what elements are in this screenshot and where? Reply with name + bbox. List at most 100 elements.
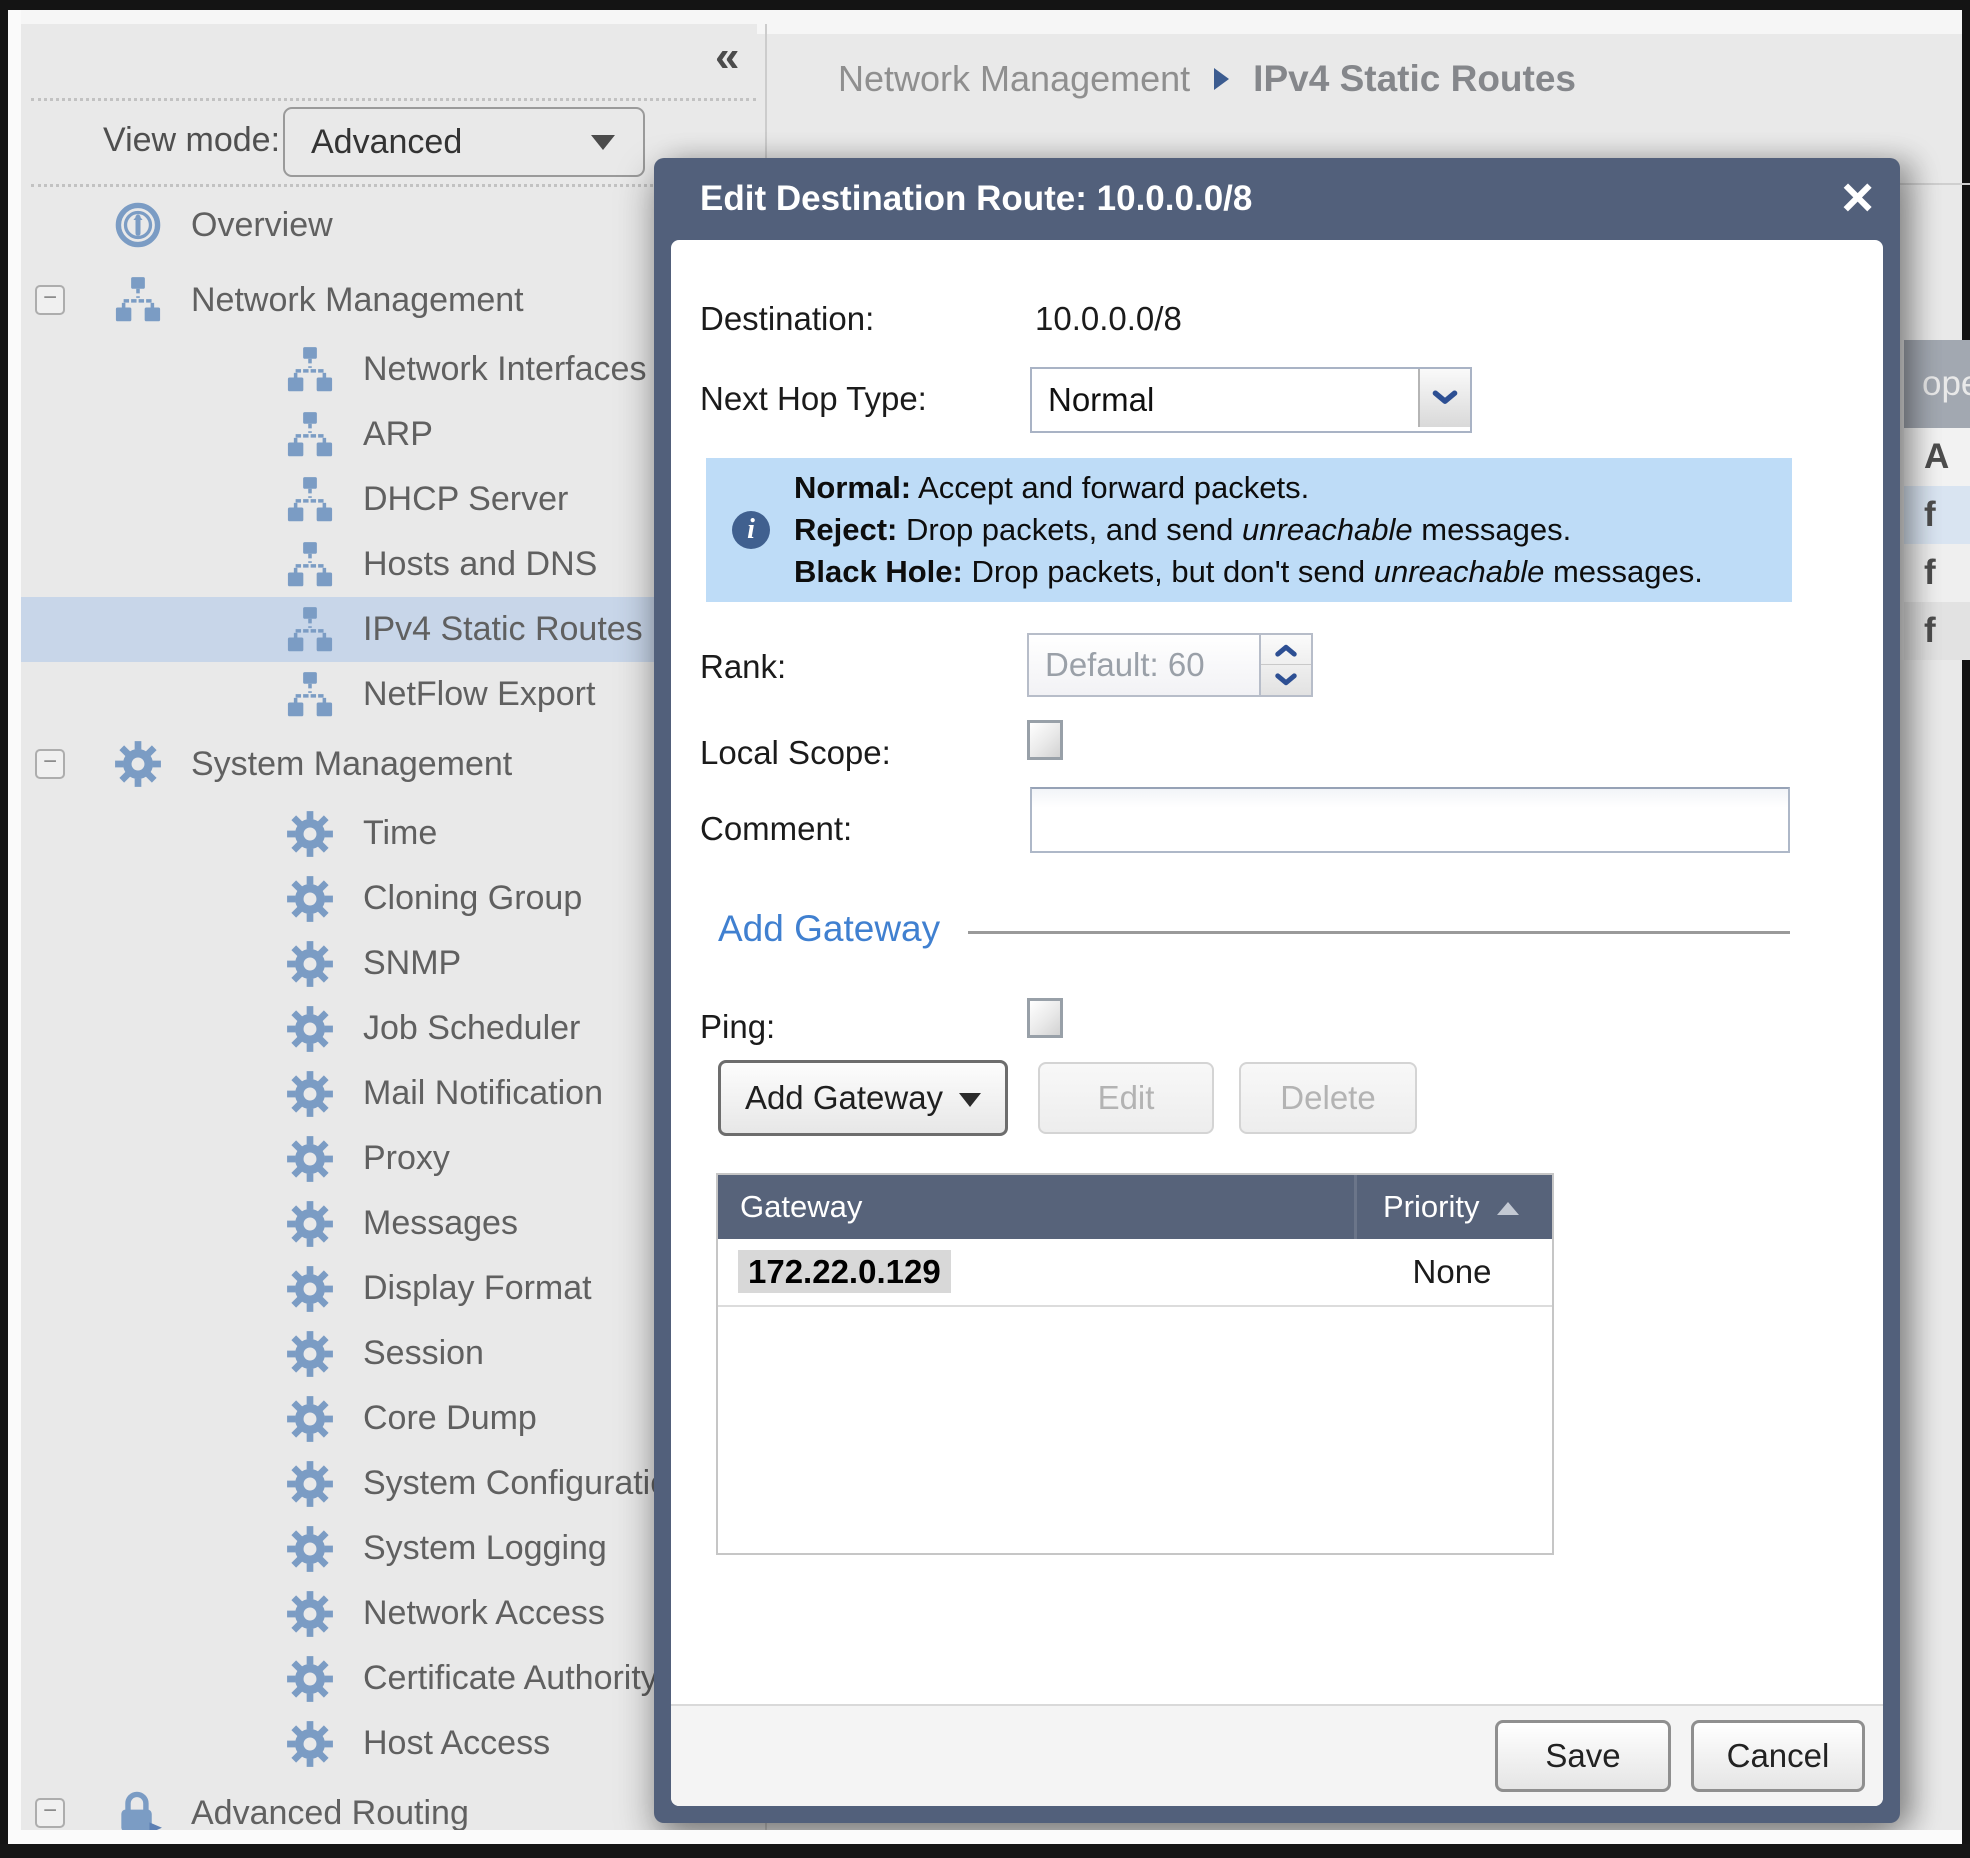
sidebar-item-certificate-authority[interactable]: − Certificate Authority (21, 1646, 757, 1711)
sidebar-item-netflow-export[interactable]: − NetFlow Export (21, 662, 757, 727)
sort-ascending-icon (1497, 1202, 1519, 1215)
sidebar-item-system-configuration[interactable]: − System Configuration (21, 1451, 757, 1516)
sidebar-item-label: Time (363, 814, 437, 853)
destination-value: 10.0.0.0/8 (1035, 300, 1182, 338)
network-icon (285, 605, 335, 655)
sidebar-item-label: Network Access (363, 1594, 605, 1633)
local-scope-checkbox[interactable] (1027, 720, 1063, 760)
chevron-down-icon[interactable] (1418, 369, 1470, 427)
sidebar-item-job-scheduler[interactable]: − Job Scheduler (21, 996, 757, 1061)
cancel-button[interactable]: Cancel (1691, 1720, 1865, 1792)
sidebar-item-network-management[interactable]: − Network Management (21, 263, 757, 337)
collapse-box-icon[interactable]: − (35, 749, 65, 779)
priority-cell: None (1352, 1253, 1552, 1291)
breadcrumb-arrow-icon (1214, 68, 1229, 90)
close-icon[interactable]: × (1841, 164, 1874, 229)
sidebar-item-session[interactable]: − Session (21, 1321, 757, 1386)
collapse-box-icon[interactable]: − (35, 1798, 65, 1828)
breadcrumb: Network Management IPv4 Static Routes (838, 46, 1576, 112)
screenshot-root: View mode: Advanced − Overview − Network… (0, 0, 1970, 1858)
sidebar-item-time[interactable]: − Time (21, 801, 757, 866)
sidebar-item-label: Certificate Authority (363, 1659, 658, 1698)
sidebar-item-arp[interactable]: − ARP (21, 402, 757, 467)
sidebar: View mode: Advanced − Overview − Network… (21, 24, 757, 1844)
view-mode-row: View mode: Advanced (21, 94, 757, 186)
sidebar-item-label: Mail Notification (363, 1074, 603, 1113)
sidebar-item-label: DHCP Server (363, 480, 568, 519)
sidebar-item-label: NetFlow Export (363, 675, 595, 714)
column-header-gateway[interactable]: Gateway (718, 1175, 1354, 1239)
gear-icon (285, 1394, 335, 1444)
comment-label: Comment: (700, 810, 852, 848)
sidebar-item-label: Core Dump (363, 1399, 537, 1438)
gear-icon (285, 1329, 335, 1379)
breadcrumb-current: IPv4 Static Routes (1253, 58, 1576, 100)
gear-icon (285, 1199, 335, 1249)
sidebar-item-label: IPv4 Static Routes (363, 610, 643, 649)
gateway-table-header: Gateway Priority (718, 1175, 1552, 1239)
ping-label: Ping: (700, 1008, 775, 1046)
gear-icon (285, 1459, 335, 1509)
sidebar-item-hosts-and-dns[interactable]: − Hosts and DNS (21, 532, 757, 597)
collapse-sidebar-icon[interactable]: « (715, 32, 739, 82)
breadcrumb-parent[interactable]: Network Management (838, 58, 1190, 100)
add-gateway-button[interactable]: Add Gateway (718, 1060, 1008, 1136)
gateway-cell: 172.22.0.129 (718, 1253, 1352, 1291)
sidebar-item-label: Display Format (363, 1269, 592, 1308)
sidebar-item-label: Host Access (363, 1724, 550, 1763)
gear-icon (285, 1264, 335, 1314)
bottom-bar (0, 1844, 1970, 1858)
view-mode-select[interactable]: Advanced (283, 107, 645, 177)
delete-button[interactable]: Delete (1239, 1062, 1417, 1134)
sidebar-item-network-interfaces[interactable]: − Network Interfaces (21, 337, 757, 402)
sidebar-item-dhcp-server[interactable]: − DHCP Server (21, 467, 757, 532)
sidebar-item-system-management[interactable]: − System Management (21, 727, 757, 801)
sidebar-item-label: Session (363, 1334, 484, 1373)
sidebar-item-label: Network Interfaces (363, 350, 646, 389)
sidebar-item-proxy[interactable]: − Proxy (21, 1126, 757, 1191)
comment-input[interactable] (1030, 787, 1790, 853)
info-line: Normal: Accept and forward packets. (794, 467, 1703, 509)
edit-button[interactable]: Edit (1038, 1062, 1214, 1134)
gateway-table-body: 172.22.0.129 None (718, 1239, 1552, 1307)
gateway-table: Gateway Priority 172.22.0.129 None (716, 1173, 1554, 1555)
sidebar-item-label: System Logging (363, 1529, 607, 1568)
sidebar-item-label: Messages (363, 1204, 518, 1243)
gear-icon (285, 1719, 335, 1769)
gateway-table-row[interactable]: 172.22.0.129 None (718, 1239, 1552, 1307)
rank-input[interactable]: Default: 60 (1027, 633, 1261, 697)
sidebar-item-cloning-group[interactable]: − Cloning Group (21, 866, 757, 931)
sidebar-item-label: Network Management (191, 281, 524, 320)
edit-destination-route-dialog: Edit Destination Route: 10.0.0.0/8 × Des… (654, 158, 1900, 1823)
collapse-box-icon[interactable]: − (35, 285, 65, 315)
sidebar-tree: − Overview − Network Management − Networ… (21, 187, 757, 1850)
sidebar-item-label: Proxy (363, 1139, 450, 1178)
sidebar-item-host-access[interactable]: − Host Access (21, 1711, 757, 1776)
sidebar-item-snmp[interactable]: − SNMP (21, 931, 757, 996)
ping-checkbox[interactable] (1027, 998, 1063, 1038)
sidebar-item-label: Cloning Group (363, 879, 582, 918)
sidebar-item-network-access[interactable]: − Network Access (21, 1581, 757, 1646)
sidebar-item-mail-notification[interactable]: − Mail Notification (21, 1061, 757, 1126)
sidebar-item-display-format[interactable]: − Display Format (21, 1256, 757, 1321)
sidebar-item-ipv4-static-routes[interactable]: − IPv4 Static Routes (21, 597, 757, 662)
sidebar-item-label: Hosts and DNS (363, 545, 597, 584)
column-header-priority[interactable]: Priority (1354, 1175, 1552, 1239)
spinner-down-button[interactable] (1261, 665, 1311, 695)
sidebar-item-overview[interactable]: − Overview (21, 187, 757, 263)
info-text: Normal: Accept and forward packets. Reje… (794, 467, 1703, 593)
gear-icon (113, 739, 163, 789)
network-icon (285, 475, 335, 525)
sidebar-item-system-logging[interactable]: − System Logging (21, 1516, 757, 1581)
sidebar-item-messages[interactable]: − Messages (21, 1191, 757, 1256)
chevron-down-icon (591, 135, 615, 150)
local-scope-label: Local Scope: (700, 734, 891, 772)
background-row: f (1904, 602, 1970, 660)
gear-icon (285, 1654, 335, 1704)
sidebar-item-core-dump[interactable]: − Core Dump (21, 1386, 757, 1451)
gear-icon (285, 1524, 335, 1574)
next-hop-type-select[interactable]: Normal (1030, 367, 1472, 433)
dialog-footer: Save Cancel (671, 1704, 1883, 1806)
spinner-up-button[interactable] (1261, 635, 1311, 665)
save-button[interactable]: Save (1495, 1720, 1671, 1792)
